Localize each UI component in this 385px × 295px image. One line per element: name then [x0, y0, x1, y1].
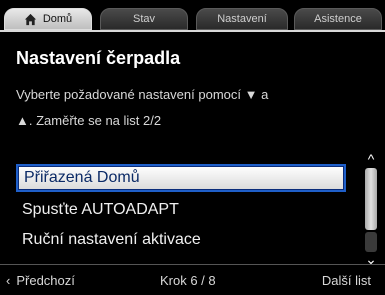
list-item[interactable]: Ruční nastavení aktivace — [16, 226, 346, 254]
list-item-label: Ruční nastavení aktivace — [22, 231, 201, 248]
step-indicator: Krok 6 / 8 — [160, 273, 216, 288]
list-item-label: Přiřazená Domů — [24, 169, 140, 186]
list-item[interactable]: Přiřazená Domů — [16, 164, 346, 192]
tab-bar: Domů Stav Nastavení Asistence — [0, 0, 385, 34]
list-item[interactable]: Spusťte AUTOADAPT — [16, 196, 346, 224]
description-line-2: ▲. Zaměřte se na list 2/2 — [16, 113, 162, 128]
scroll-thumb[interactable] — [365, 168, 377, 230]
back-button[interactable]: ‹ Předchozí — [6, 273, 75, 288]
tab-assist[interactable]: Asistence — [294, 8, 382, 30]
chevron-left-icon: ‹ — [6, 273, 11, 288]
scroll-track[interactable] — [365, 232, 377, 252]
list-item-label: Spusťte AUTOADAPT — [22, 201, 179, 218]
tab-settings-label: Nastavení — [217, 13, 267, 25]
back-label: Předchozí — [16, 273, 75, 288]
page-description: Vyberte požadované nastavení pomocí ▼ a … — [16, 82, 356, 134]
tab-divider — [0, 30, 385, 32]
next-button[interactable]: Další list — [322, 273, 371, 288]
tab-home[interactable]: Domů — [4, 8, 92, 30]
tab-status[interactable]: Stav — [100, 8, 188, 30]
home-icon — [24, 13, 36, 25]
description-line-1: Vyberte požadované nastavení pomocí ▼ a — [16, 87, 269, 102]
tab-status-label: Stav — [132, 13, 155, 25]
tab-home-label: Domů — [42, 13, 73, 25]
tab-settings[interactable]: Nastavení — [196, 8, 288, 30]
list-scrollbar[interactable]: ^ ⌄ — [362, 152, 380, 266]
tab-assist-label: Asistence — [314, 13, 362, 25]
scroll-up-icon[interactable]: ^ — [364, 152, 378, 166]
options-list: Přiřazená Domů Spusťte AUTOADAPT Ruční n… — [8, 160, 358, 256]
footer-bar: ‹ Předchozí Krok 6 / 8 Další list — [0, 264, 385, 295]
page-title: Nastavení čerpadla — [16, 48, 181, 68]
